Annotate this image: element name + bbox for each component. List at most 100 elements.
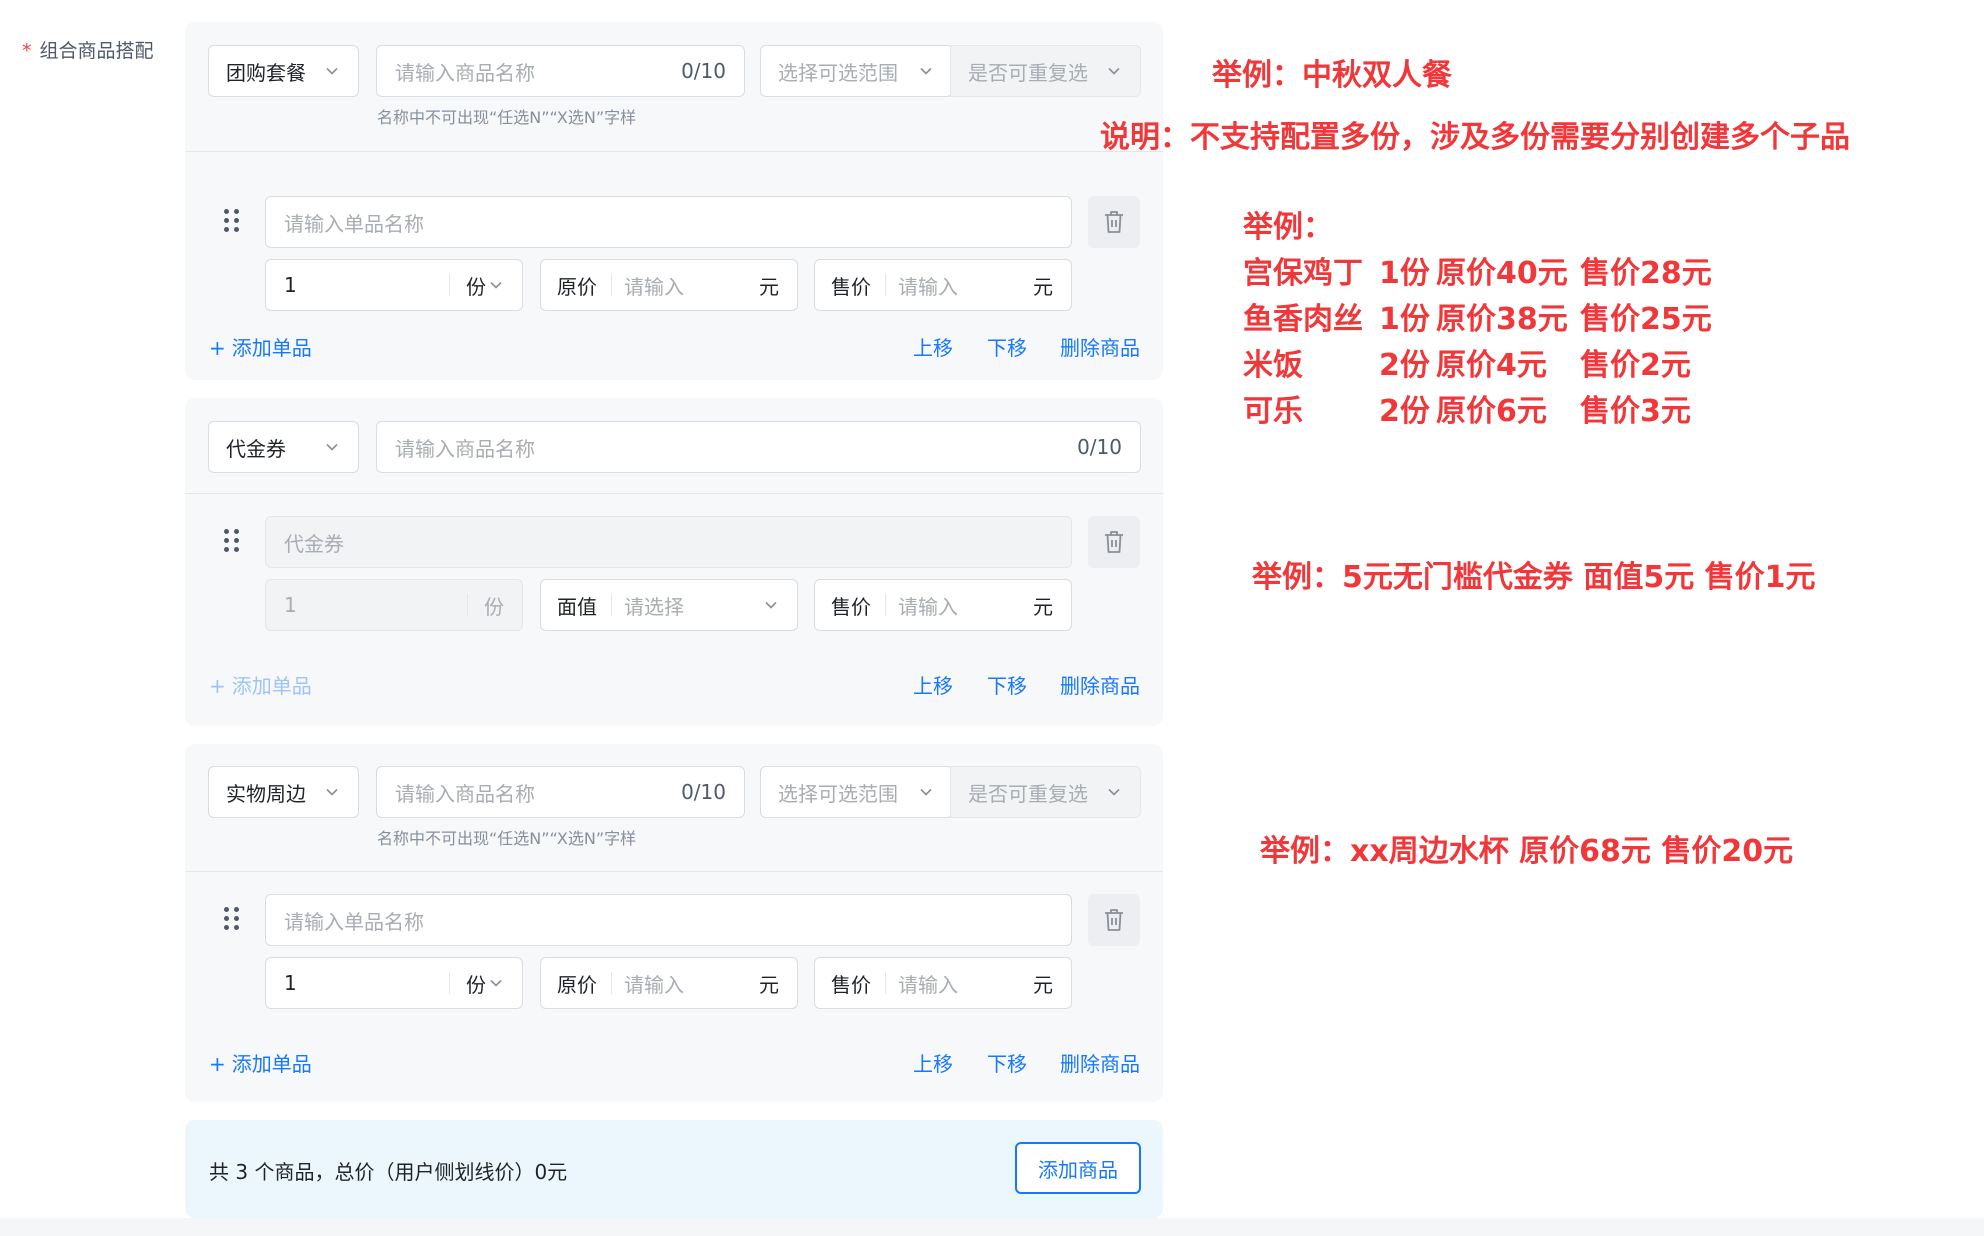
price-unit: 元 [1033, 594, 1053, 619]
quantity-unit: 份 [466, 274, 486, 299]
row-sale: 售价25元 [1580, 302, 1712, 337]
row-name: 可乐 [1243, 394, 1303, 429]
annotation-voucher-example: 举例：5元无门槛代金券 面值5元 售价1元 [1252, 560, 1816, 595]
name-rule-hint: 名称中不可出现“任选N”“X选N”字样 [377, 108, 637, 127]
item-name-value: 代金券 [284, 531, 344, 556]
product-name-input[interactable]: 请输入商品名称 0/10 [376, 766, 745, 818]
row-qty: 1份 [1379, 302, 1430, 337]
row-sale: 售价2元 [1580, 348, 1691, 383]
add-item-link[interactable]: + 添加单品 [209, 1048, 312, 1077]
range-placeholder: 选择可选范围 [778, 781, 898, 806]
summary-text: 共 3 个商品，总价（用户侧划线价）0元 [209, 1160, 568, 1184]
move-down-link[interactable]: 下移 [987, 1048, 1027, 1077]
row-name: 米饭 [1243, 348, 1303, 383]
item-name-input[interactable]: 代金券 [265, 516, 1072, 568]
original-price-label: 原价 [557, 274, 597, 299]
row-name: 宫保鸡丁 [1243, 256, 1363, 291]
row-sale: 售价3元 [1580, 394, 1691, 429]
row-orig: 原价40元 [1436, 256, 1568, 291]
sale-price-label: 售价 [831, 972, 871, 997]
annotation-list-title: 举例： [1243, 210, 1333, 245]
product-type-value: 代金券 [226, 436, 286, 461]
repeat-placeholder: 是否可重复选 [968, 60, 1088, 85]
combo-group-card: 代金券 请输入商品名称 0/10 代金券 1 份 面值 请选择 售价 请输入 元… [185, 398, 1163, 726]
product-type-select[interactable]: 实物周边 [208, 766, 359, 818]
product-name-placeholder: 请输入商品名称 [395, 60, 535, 85]
page-bottom-strip [0, 1218, 1984, 1236]
group-header: 团购套餐 请输入商品名称 0/10 选择可选范围 是否可重复选 名称中不可出现“… [185, 22, 1163, 152]
chevron-down-icon [920, 786, 932, 798]
original-price-placeholder: 请输入 [624, 274, 684, 299]
sale-price-label: 售价 [831, 594, 871, 619]
sale-price-input[interactable]: 售价 请输入 元 [814, 259, 1072, 311]
trash-icon[interactable] [1088, 196, 1140, 248]
move-up-link[interactable]: 上移 [913, 1048, 953, 1077]
price-unit: 元 [759, 972, 779, 997]
move-up-link[interactable]: 上移 [913, 332, 953, 361]
chevron-down-icon [1108, 65, 1120, 77]
sale-price-label: 售价 [831, 274, 871, 299]
trash-icon[interactable] [1088, 894, 1140, 946]
quantity-unit: 份 [466, 972, 486, 997]
repeat-select[interactable]: 是否可重复选 [950, 45, 1141, 97]
move-down-link[interactable]: 下移 [987, 670, 1027, 699]
product-name-input[interactable]: 请输入商品名称 0/10 [376, 421, 1141, 473]
product-name-input[interactable]: 请输入商品名称 0/10 [376, 45, 745, 97]
summary-bar: 共 3 个商品，总价（用户侧划线价）0元 添加商品 [185, 1120, 1163, 1218]
combo-group-card: 实物周边 请输入商品名称 0/10 选择可选范围 是否可重复选 名称中不可出现“… [185, 744, 1163, 1102]
range-select[interactable]: 选择可选范围 [760, 766, 953, 818]
add-product-button[interactable]: 添加商品 [1015, 1142, 1141, 1194]
original-price-input[interactable]: 原价 请输入 元 [540, 957, 798, 1009]
add-item-label: 添加单品 [231, 336, 312, 360]
quantity-stepper[interactable]: 1 份 [265, 957, 523, 1009]
quantity-stepper[interactable]: 1 份 [265, 259, 523, 311]
move-down-link[interactable]: 下移 [987, 332, 1027, 361]
drag-handle-icon[interactable] [224, 907, 240, 931]
face-value-select[interactable]: 面值 请选择 [540, 579, 798, 631]
char-count: 0/10 [1077, 435, 1122, 459]
chevron-down-icon [490, 977, 502, 989]
quantity-value: 1 [284, 971, 297, 995]
delete-product-link[interactable]: 删除商品 [1060, 1048, 1140, 1077]
quantity-value: 1 [284, 593, 297, 617]
range-select[interactable]: 选择可选范围 [760, 45, 953, 97]
original-price-placeholder: 请输入 [624, 972, 684, 997]
repeat-select[interactable]: 是否可重复选 [950, 766, 1141, 818]
annotation-merch-example: 举例：xx周边水杯 原价68元 售价20元 [1260, 834, 1794, 869]
plus-icon: + [209, 674, 226, 698]
chevron-down-icon [490, 279, 502, 291]
sale-price-placeholder: 请输入 [898, 972, 958, 997]
delete-product-link[interactable]: 删除商品 [1060, 670, 1140, 699]
delete-product-link[interactable]: 删除商品 [1060, 332, 1140, 361]
sale-price-input[interactable]: 售价 请输入 元 [814, 957, 1072, 1009]
item-name-input[interactable]: 请输入单品名称 [265, 196, 1072, 248]
move-up-link[interactable]: 上移 [913, 670, 953, 699]
chevron-down-icon [1108, 786, 1120, 798]
range-placeholder: 选择可选范围 [778, 60, 898, 85]
product-type-select[interactable]: 团购套餐 [208, 45, 359, 97]
product-name-placeholder: 请输入商品名称 [395, 436, 535, 461]
form-label: * 组合商品搭配 [22, 36, 154, 63]
item-name-input[interactable]: 请输入单品名称 [265, 894, 1072, 946]
quantity-stepper[interactable]: 1 份 [265, 579, 523, 631]
add-item-link[interactable]: + 添加单品 [209, 332, 312, 361]
annotation-note: 说明：不支持配置多份，涉及多份需要分别创建多个子品 [1100, 120, 1850, 155]
face-value-label: 面值 [557, 594, 597, 619]
product-type-select[interactable]: 代金券 [208, 421, 359, 473]
add-item-label: 添加单品 [231, 1052, 312, 1076]
trash-icon[interactable] [1088, 516, 1140, 568]
drag-handle-icon[interactable] [224, 209, 240, 233]
original-price-input[interactable]: 原价 请输入 元 [540, 259, 798, 311]
repeat-placeholder: 是否可重复选 [968, 781, 1088, 806]
plus-icon: + [209, 1052, 226, 1076]
add-item-link[interactable]: + 添加单品 [209, 670, 312, 699]
plus-icon: + [209, 336, 226, 360]
chevron-down-icon [326, 786, 338, 798]
row-qty: 2份 [1379, 394, 1430, 429]
drag-handle-icon[interactable] [224, 529, 240, 553]
sale-price-input[interactable]: 售价 请输入 元 [814, 579, 1072, 631]
quantity-value: 1 [284, 273, 297, 297]
row-qty: 1份 [1379, 256, 1430, 291]
quantity-unit: 份 [484, 594, 504, 619]
char-count: 0/10 [681, 59, 726, 83]
